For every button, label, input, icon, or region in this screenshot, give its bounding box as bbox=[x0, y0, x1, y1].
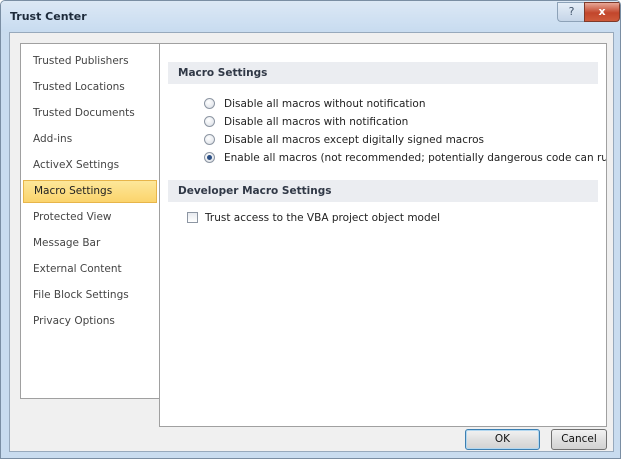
nav-item-trusted-documents[interactable]: Trusted Documents bbox=[23, 102, 157, 125]
nav-item-add-ins[interactable]: Add-ins bbox=[23, 128, 157, 151]
nav-item-macro-settings[interactable]: Macro Settings bbox=[23, 180, 157, 203]
help-button[interactable]: ? bbox=[557, 2, 585, 22]
close-button[interactable]: x bbox=[584, 2, 620, 22]
radio-label[interactable]: Disable all macros without notification bbox=[224, 96, 426, 113]
help-icon: ? bbox=[568, 5, 575, 18]
macro-settings-header: Macro Settings bbox=[168, 62, 598, 84]
trust-center-nav: Trusted Publishers Trusted Locations Tru… bbox=[20, 43, 160, 399]
nav-item-trusted-locations[interactable]: Trusted Locations bbox=[23, 76, 157, 99]
window-title: Trust Center bbox=[10, 10, 87, 23]
vba-access-checkbox[interactable] bbox=[187, 212, 198, 223]
close-icon: x bbox=[598, 5, 606, 18]
radio-button[interactable] bbox=[204, 116, 215, 127]
radio-button-checked[interactable] bbox=[204, 152, 215, 163]
nav-item-privacy-options[interactable]: Privacy Options bbox=[23, 310, 157, 333]
radio-button[interactable] bbox=[204, 98, 215, 109]
nav-item-activex-settings[interactable]: ActiveX Settings bbox=[23, 154, 157, 177]
trust-center-dialog: Trust Center ? x Trusted Publishers Trus… bbox=[0, 0, 621, 459]
nav-item-protected-view[interactable]: Protected View bbox=[23, 206, 157, 229]
radio-label[interactable]: Enable all macros (not recommended; pote… bbox=[224, 150, 606, 167]
radio-button[interactable] bbox=[204, 134, 215, 145]
nav-item-file-block-settings[interactable]: File Block Settings bbox=[23, 284, 157, 307]
nav-item-external-content[interactable]: External Content bbox=[23, 258, 157, 281]
dialog-body: Trusted Publishers Trusted Locations Tru… bbox=[9, 32, 614, 452]
nav-item-message-bar[interactable]: Message Bar bbox=[23, 232, 157, 255]
cancel-button[interactable]: Cancel bbox=[551, 429, 607, 450]
nav-item-trusted-publishers[interactable]: Trusted Publishers bbox=[23, 50, 157, 73]
title-bar[interactable]: Trust Center ? x bbox=[1, 1, 620, 31]
ok-button[interactable]: OK bbox=[465, 429, 540, 450]
settings-panel: Macro Settings Disable all macros withou… bbox=[159, 43, 607, 427]
vba-access-label[interactable]: Trust access to the VBA project object m… bbox=[205, 210, 440, 227]
developer-macro-settings-header: Developer Macro Settings bbox=[168, 180, 598, 202]
radio-label[interactable]: Disable all macros with notification bbox=[224, 114, 408, 131]
radio-label[interactable]: Disable all macros except digitally sign… bbox=[224, 132, 484, 149]
